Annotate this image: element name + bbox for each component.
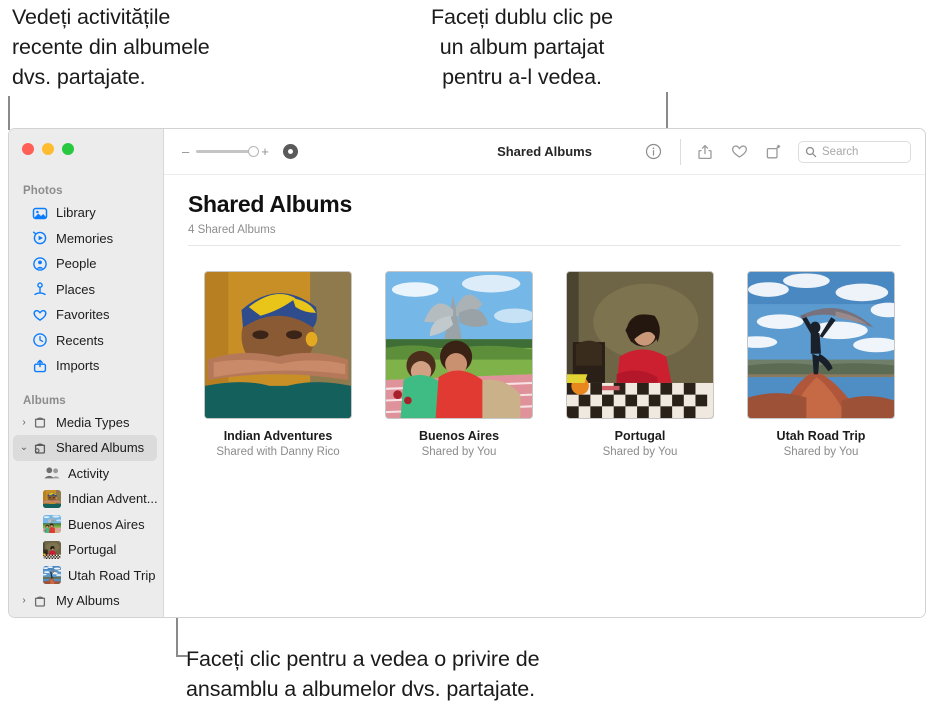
main-header: Shared Albums 4 Shared Albums [164, 191, 925, 245]
chevron-down-icon[interactable]: ⌄ [17, 442, 31, 453]
photos-app-window: Photos Library Memories People Places Fa… [8, 128, 926, 618]
sidebar-item-label: Utah Road Trip [68, 567, 156, 583]
sidebar-item-library[interactable]: Library [9, 200, 163, 226]
album-thumbnail[interactable] [385, 271, 533, 419]
callout-text-right: Faceți dublu clic pe un album partajat p… [430, 5, 614, 89]
chevron-right-icon[interactable]: › [17, 417, 31, 428]
sidebar-item-label: Places [56, 281, 96, 297]
album-sharing-status: Shared by You [602, 446, 678, 458]
leader-line-left [8, 96, 10, 130]
window-traffic-lights [9, 137, 163, 155]
sidebar-item-label: Portugal [68, 542, 117, 558]
heart-icon [31, 306, 48, 323]
callout-text-left: Vedeți activitățile recente din albumele… [12, 5, 210, 89]
shared-album-icon [31, 439, 48, 456]
zoom-button[interactable] [62, 143, 74, 155]
sidebar-item-media-types[interactable]: › Media Types [9, 410, 163, 436]
sidebar-item-label: Shared Albums [56, 440, 145, 456]
sidebar-item-portugal[interactable]: Portugal [9, 537, 163, 563]
sidebar-item-label: Imports [56, 358, 100, 374]
sidebar: Photos Library Memories People Places Fa… [9, 129, 164, 617]
sidebar-item-label: My Albums [56, 593, 120, 609]
zoom-in-label[interactable]: + [261, 145, 269, 158]
leader-line-bottom-foot [176, 655, 188, 657]
sidebar-section-photos-label: Photos [23, 185, 63, 197]
page-subtitle: 4 Shared Albums [188, 224, 276, 236]
sidebar-item-favorites[interactable]: Favorites [9, 302, 163, 328]
search-input[interactable]: Search [798, 140, 911, 163]
sidebar-item-people[interactable]: People [9, 251, 163, 277]
zoom-slider[interactable]: – + [182, 145, 269, 158]
album-name: Buenos Aires [418, 429, 500, 443]
sidebar-item-label: Recents [56, 332, 104, 348]
clock-icon [31, 332, 48, 349]
album-card[interactable]: Utah Road Trip Shared by You [747, 271, 895, 458]
album-thumbnail[interactable] [204, 271, 352, 419]
places-icon [31, 281, 48, 298]
album-sharing-status: Shared by You [421, 446, 497, 458]
album-thumbnail-icon [43, 490, 61, 508]
content-area: – + Shared Albums Search Shared Albums 4… [164, 129, 925, 617]
sidebar-item-label: Media Types [56, 414, 130, 430]
sidebar-item-label: Activity [68, 465, 110, 481]
view-options-button[interactable] [282, 144, 298, 159]
sidebar-item-indian-adventures[interactable]: Indian Advent... [9, 486, 163, 512]
sidebar-item-label: Library [56, 205, 96, 221]
sidebar-item-my-albums[interactable]: › My Albums [9, 588, 163, 614]
sidebar-item-shared-albums[interactable]: ⌄ Shared Albums [13, 435, 157, 461]
sidebar-item-label: Favorites [56, 307, 110, 323]
people-pair-icon [43, 464, 61, 482]
minimize-button[interactable] [42, 143, 54, 155]
zoom-out-label[interactable]: – [182, 145, 189, 158]
share-icon[interactable] [688, 137, 722, 167]
album-name: Portugal [614, 429, 666, 443]
library-icon [31, 204, 48, 221]
sidebar-item-label: Buenos Aires [68, 516, 145, 532]
main-panel: Shared Albums 4 Shared Albums Indian Adv… [164, 175, 925, 617]
sidebar-item-label: Memories [56, 230, 114, 246]
albums-grid: Indian Adventures Shared with Danny Rico… [164, 246, 925, 458]
sidebar-item-label: Indian Advent... [68, 491, 158, 507]
memories-icon [31, 230, 48, 247]
album-thumbnail[interactable] [747, 271, 895, 419]
sidebar-item-memories[interactable]: Memories [9, 226, 163, 252]
sidebar-item-utah-road-trip[interactable]: Utah Road Trip [9, 563, 163, 589]
album-thumbnail-icon [43, 515, 61, 533]
chevron-right-icon[interactable]: › [17, 595, 31, 606]
sidebar-item-recents[interactable]: Recents [9, 328, 163, 354]
album-card[interactable]: Portugal Shared by You [566, 271, 714, 458]
sidebar-item-places[interactable]: Places [9, 277, 163, 303]
search-placeholder: Search [822, 145, 859, 158]
toolbar-actions: Search [636, 137, 911, 167]
album-card[interactable]: Buenos Aires Shared by You [385, 271, 533, 458]
album-thumbnail[interactable] [566, 271, 714, 419]
heart-icon[interactable] [722, 137, 756, 167]
album-thumbnail-icon [43, 566, 61, 584]
sidebar-section-albums-label: Albums [23, 394, 66, 407]
album-name: Indian Adventures [223, 429, 333, 443]
album-icon [31, 414, 48, 431]
sidebar-item-imports[interactable]: Imports [9, 353, 163, 379]
close-button[interactable] [22, 143, 34, 155]
rotate-icon[interactable] [756, 137, 790, 167]
people-icon [31, 255, 48, 272]
import-icon [31, 357, 48, 374]
sidebar-item-activity[interactable]: Activity [9, 461, 163, 487]
album-sharing-status: Shared by You [783, 446, 859, 458]
search-icon [805, 146, 817, 157]
sidebar-item-buenos-aires[interactable]: Buenos Aires [9, 512, 163, 538]
callout-text-bottom: Faceți clic pentru a vedea o privire de … [186, 647, 540, 701]
sidebar-item-label: People [56, 256, 97, 272]
album-card[interactable]: Indian Adventures Shared with Danny Rico [204, 271, 352, 458]
album-icon [31, 592, 48, 609]
toolbar: – + Shared Albums Search [164, 129, 925, 175]
toolbar-divider [680, 138, 681, 165]
zoom-slider-knob[interactable] [248, 145, 260, 157]
album-sharing-status: Shared with Danny Rico [216, 446, 340, 458]
page-title: Shared Albums [188, 191, 352, 217]
album-thumbnail-icon [43, 541, 61, 559]
info-icon[interactable] [636, 137, 670, 167]
zoom-slider-track[interactable] [196, 145, 260, 157]
album-name: Utah Road Trip [776, 429, 866, 443]
